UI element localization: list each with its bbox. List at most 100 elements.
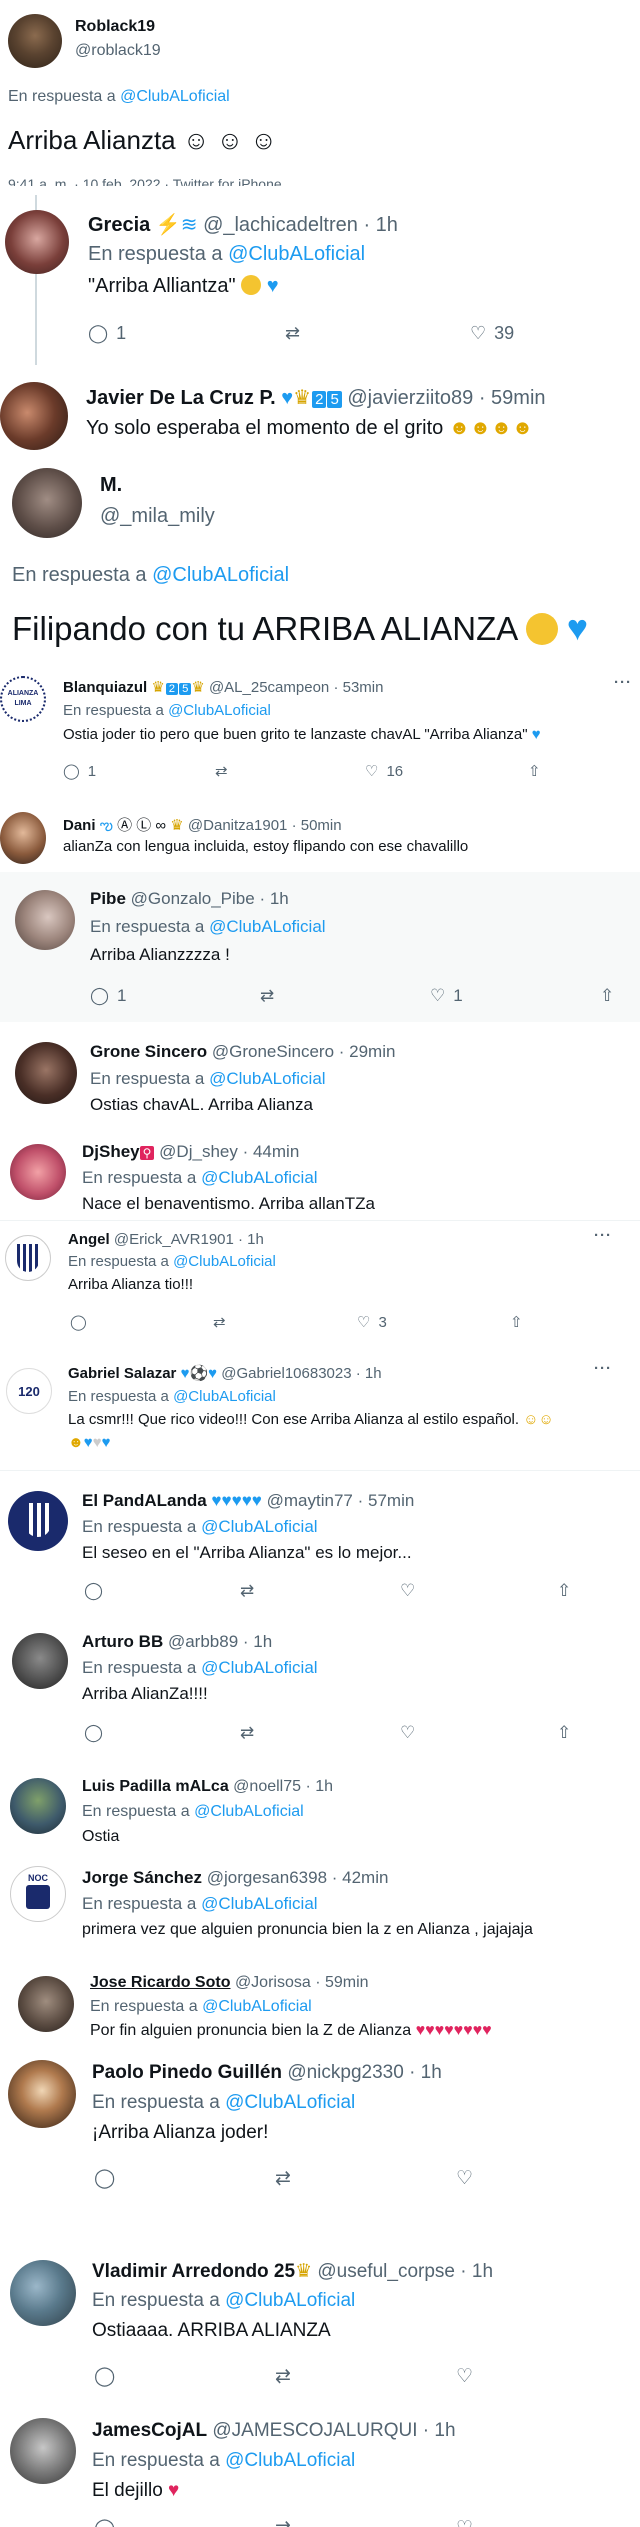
- author-handle[interactable]: @_mila_mily: [100, 505, 215, 527]
- retweet-button[interactable]: ⇄: [260, 986, 274, 1006]
- mention-link[interactable]: @ClubALoficial: [228, 243, 365, 265]
- avatar[interactable]: [10, 2418, 76, 2484]
- tweet-pibe[interactable]: Pibe @Gonzalo_Pibe · 1h En respuesta a @…: [0, 872, 640, 1022]
- mention-link[interactable]: @ClubALoficial: [209, 1069, 325, 1088]
- mention-link[interactable]: @ClubALoficial: [168, 702, 271, 719]
- like-button[interactable]: ♡ 3: [357, 1313, 387, 1332]
- tweet-time[interactable]: · 1h: [460, 2261, 493, 2282]
- author-name[interactable]: Roblack19: [75, 18, 155, 35]
- tweet-blanquiazul[interactable]: ALIANZA LIMA Blanquiazul ♛ 2 5 ♛ @AL_25camp…: [0, 662, 640, 802]
- tweet-time[interactable]: · 1h: [259, 889, 288, 908]
- tweet-time[interactable]: · 59min: [315, 1974, 368, 1991]
- mention-link[interactable]: @ClubALoficial: [173, 1253, 276, 1270]
- tweet-time[interactable]: · 42min: [332, 1868, 389, 1887]
- more-icon[interactable]: ···: [594, 1360, 612, 1377]
- tweet-jamescojal[interactable]: JamesCojAL @JAMESCOJALURQUI · 1h En resp…: [0, 2400, 640, 2527]
- author-handle[interactable]: @jorgesan6398: [207, 1868, 327, 1887]
- more-icon[interactable]: ···: [614, 674, 632, 691]
- like-button[interactable]: ♡ 1: [430, 986, 463, 1006]
- author-handle[interactable]: @arbb89: [168, 1632, 238, 1651]
- avatar[interactable]: [10, 2260, 76, 2326]
- author-name[interactable]: Luis Padilla mALca: [82, 1778, 229, 1795]
- mention-link[interactable]: @ClubALoficial: [201, 1658, 317, 1677]
- reply-button[interactable]: ◯: [94, 2167, 115, 2190]
- avatar[interactable]: [12, 468, 82, 538]
- author-name[interactable]: Jorge Sánchez: [82, 1868, 202, 1887]
- share-button[interactable]: ⇧: [510, 1313, 523, 1331]
- avatar[interactable]: [18, 1976, 74, 2032]
- avatar[interactable]: ALIANZA LIMA: [0, 676, 46, 722]
- retweet-button[interactable]: ⇄: [285, 323, 300, 344]
- mention-link[interactable]: @ClubALoficial: [152, 564, 289, 586]
- mention-link[interactable]: @ClubALoficial: [225, 2450, 355, 2471]
- author-handle[interactable]: @Gonzalo_Pibe: [131, 889, 255, 908]
- tweet-mila[interactable]: M. @_mila_mily En respuesta a @ClubALofi…: [0, 452, 640, 662]
- retweet-button[interactable]: ⇄: [215, 762, 228, 780]
- reply-button[interactable]: ◯: [84, 1723, 103, 1743]
- like-button[interactable]: ♡: [400, 1723, 415, 1743]
- tweet-time[interactable]: · 29min: [339, 1042, 396, 1061]
- share-button[interactable]: ⇧: [557, 1723, 571, 1743]
- share-button[interactable]: ⇧: [528, 762, 541, 780]
- tweet-time[interactable]: · 1h: [423, 2420, 456, 2441]
- author-name[interactable]: Blanquiazul: [63, 679, 147, 696]
- tweet-time[interactable]: · 44min: [243, 1142, 300, 1161]
- tweet-jorge[interactable]: NOC Jorge Sánchez @jorgesan6398 · 42min …: [0, 1852, 640, 1962]
- avatar[interactable]: [15, 890, 75, 950]
- avatar[interactable]: [0, 382, 68, 450]
- retweet-button[interactable]: ⇄: [275, 2365, 291, 2388]
- author-handle[interactable]: @JAMESCOJALURQUI: [212, 2420, 417, 2441]
- mention-link[interactable]: @ClubALoficial: [201, 1894, 317, 1913]
- tweet-grecia[interactable]: Grecia ⚡≋ @_lachicadeltren · 1h En respu…: [0, 195, 640, 370]
- like-button[interactable]: ♡: [400, 1581, 415, 1601]
- tweet-time[interactable]: · 1h: [409, 2062, 442, 2083]
- author-handle[interactable]: @Jorisosa: [235, 1974, 311, 1991]
- author-name[interactable]: Arturo BB: [82, 1632, 163, 1651]
- like-button[interactable]: ♡: [456, 2365, 473, 2388]
- author-name[interactable]: Grecia: [88, 214, 150, 236]
- mention-link[interactable]: @ClubALoficial: [225, 2092, 355, 2113]
- tweet-djshey[interactable]: DjShey ⚲ @Dj_shey · 44min En respuesta a …: [0, 1122, 640, 1220]
- tweet-time[interactable]: · 50min: [292, 817, 342, 834]
- tweet-time[interactable]: · 1h: [238, 1231, 264, 1248]
- author-name[interactable]: JamesCojAL: [92, 2420, 207, 2441]
- mention-link[interactable]: @ClubALoficial: [173, 1388, 276, 1405]
- retweet-button[interactable]: ⇄: [240, 1581, 254, 1601]
- retweet-button[interactable]: ⇄: [240, 1723, 254, 1743]
- tweet-time[interactable]: · 1h: [356, 1365, 382, 1382]
- tweet-arturo[interactable]: Arturo BB @arbb89 · 1h En respuesta a @C…: [0, 1615, 640, 1762]
- reply-button[interactable]: ◯ 1: [88, 323, 126, 344]
- tweet-roblack19[interactable]: Roblack19 @roblack19 En respuesta a @Clu…: [0, 0, 640, 195]
- avatar[interactable]: [12, 1633, 68, 1689]
- avatar[interactable]: [10, 1778, 66, 1834]
- reply-button[interactable]: ◯: [70, 1313, 87, 1331]
- reply-button[interactable]: ◯ 1: [90, 986, 127, 1006]
- author-handle[interactable]: @nickpg2330: [287, 2062, 403, 2083]
- author-name[interactable]: Pibe: [90, 889, 126, 908]
- mention-link[interactable]: @ClubALoficial: [201, 1517, 317, 1536]
- tweet-javier[interactable]: Javier De La Cruz P. ♥♛ 2 5 @javierziito89…: [0, 370, 640, 452]
- avatar[interactable]: [15, 1042, 77, 1104]
- author-name[interactable]: Dani: [63, 817, 96, 834]
- reply-button[interactable]: ◯: [94, 2365, 115, 2388]
- tweet-jose-ricardo[interactable]: Jose Ricardo Soto @Jorisosa · 59min En r…: [0, 1962, 640, 2040]
- avatar[interactable]: 120: [6, 1368, 52, 1414]
- avatar[interactable]: [0, 812, 46, 864]
- tweet-time[interactable]: · 53min: [333, 679, 383, 696]
- share-button[interactable]: ⇧: [600, 986, 614, 1006]
- author-handle[interactable]: @noell75: [233, 1778, 301, 1795]
- tweet-grone-sincero[interactable]: Grone Sincero @GroneSincero · 29min En r…: [0, 1022, 640, 1122]
- like-button[interactable]: ♡: [456, 2167, 473, 2190]
- author-name[interactable]: Angel: [68, 1231, 110, 1248]
- mention-link[interactable]: @ClubALoficial: [202, 1998, 312, 2015]
- tweet-time[interactable]: · 59min: [479, 387, 546, 409]
- author-name[interactable]: Javier De La Cruz P.: [86, 387, 276, 409]
- reply-button[interactable]: ◯: [84, 1581, 103, 1601]
- avatar[interactable]: NOC: [10, 1866, 66, 1922]
- avatar[interactable]: [5, 1235, 51, 1281]
- retweet-button[interactable]: ⇄: [213, 1313, 226, 1331]
- mention-link[interactable]: @ClubALoficial: [201, 1168, 317, 1187]
- avatar[interactable]: [8, 14, 62, 68]
- author-name[interactable]: Jose Ricardo Soto: [90, 1974, 230, 1991]
- author-handle[interactable]: @maytin77: [267, 1491, 353, 1510]
